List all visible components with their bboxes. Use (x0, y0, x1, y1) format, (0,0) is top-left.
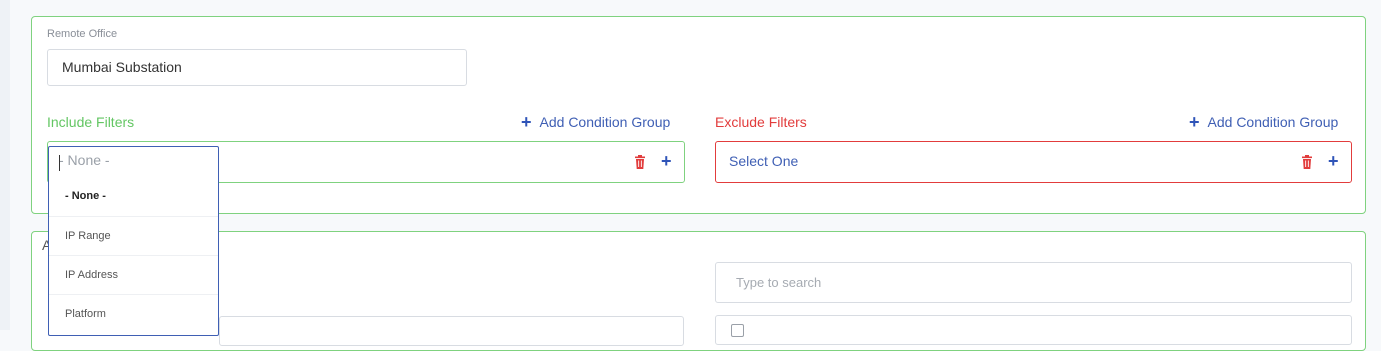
remote-office-label: Remote Office (47, 28, 118, 40)
exclude-filters-title: Exclude Filters (715, 114, 807, 130)
search-input[interactable]: Type to search (715, 262, 1352, 303)
plus-icon: + (521, 112, 532, 132)
remote-office-panel (31, 16, 1366, 214)
trash-icon[interactable] (1301, 155, 1313, 169)
trash-icon[interactable] (634, 155, 646, 169)
remote-office-input[interactable]: Mumbai Substation (47, 49, 467, 86)
second-panel-list (715, 315, 1352, 345)
left-margin-strip (0, 0, 10, 330)
condition-type-dropdown: - None - - None - IP Range IP Address Pl… (48, 146, 219, 336)
exclude-add-condition-plus-icon[interactable]: + (1328, 152, 1339, 170)
exclude-add-condition-group-label: Add Condition Group (1207, 114, 1339, 130)
exclude-condition-row: Select One + (715, 141, 1352, 183)
exclude-condition-select[interactable]: Select One (729, 153, 798, 169)
include-filters-title: Include Filters (47, 114, 135, 130)
dropdown-option-platform[interactable]: Platform (49, 294, 218, 333)
dropdown-option-ip-range[interactable]: IP Range (49, 216, 218, 255)
include-add-condition-group-label: Add Condition Group (539, 114, 671, 130)
plus-icon: + (1189, 112, 1200, 132)
dropdown-option-none[interactable]: - None - (49, 177, 218, 216)
list-checkbox[interactable] (731, 324, 744, 337)
second-panel-left-field[interactable] (219, 316, 684, 346)
text-caret (59, 155, 60, 171)
include-add-condition-group-button[interactable]: + Add Condition Group (521, 112, 671, 132)
include-add-condition-plus-icon[interactable]: + (661, 152, 672, 170)
exclude-add-condition-group-button[interactable]: + Add Condition Group (1189, 112, 1339, 132)
dropdown-search-input[interactable]: - None - (59, 152, 110, 168)
dropdown-option-ip-address[interactable]: IP Address (49, 255, 218, 294)
search-placeholder: Type to search (736, 275, 822, 290)
